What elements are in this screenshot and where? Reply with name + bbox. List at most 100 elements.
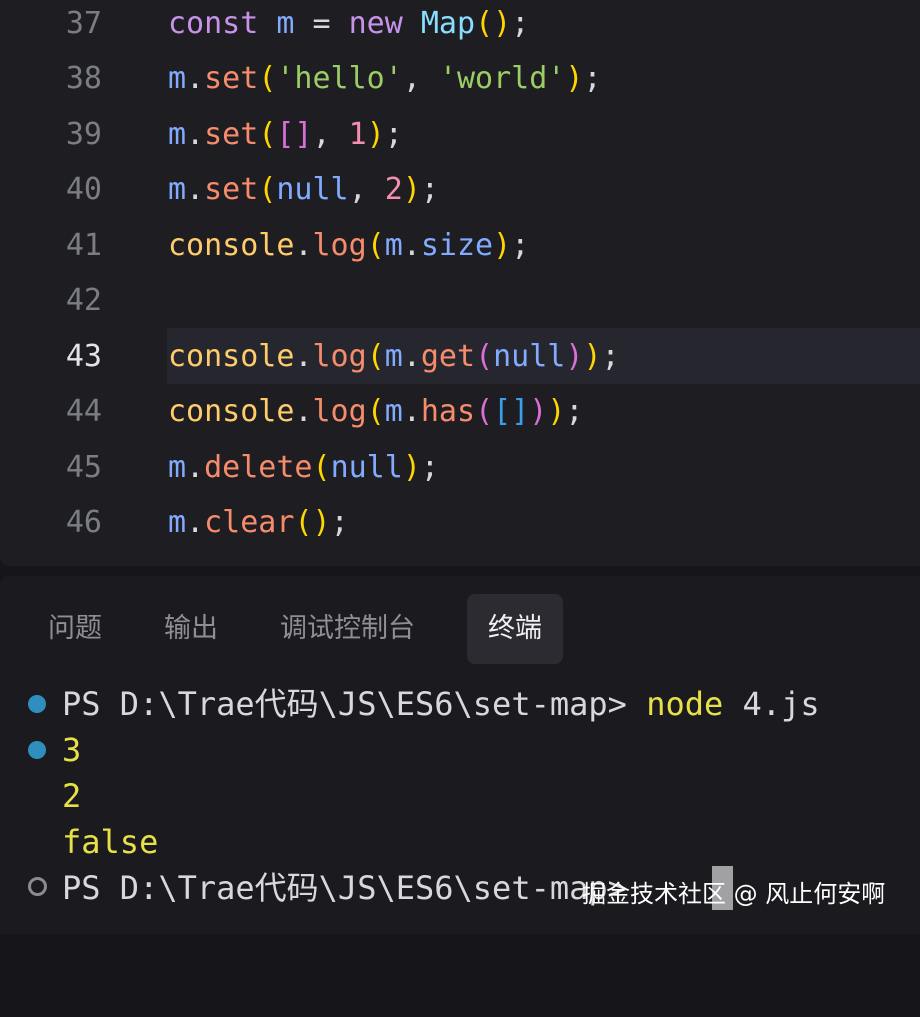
code-token: ) [402,449,421,485]
line-number[interactable]: 37 [40,6,102,41]
code-token: ( [258,61,277,96]
code-token: ( [312,449,331,485]
terminal-output-line: 2 [62,777,82,815]
code-token: m [168,449,187,485]
tab-output[interactable]: 输出 [164,594,218,664]
terminal-command: node [646,685,724,723]
code-token: 1 [348,116,367,152]
code-line[interactable]: 39 m.set([], 1); [0,106,920,162]
code-token: m [276,5,295,41]
code-token: . [402,227,421,263]
line-number[interactable]: 46 [40,505,102,540]
terminal-prompt: PS D:\Trae代码\JS\ES6\set-map> [62,869,647,907]
code-line[interactable]: 43 console.log(m.get(null)); [0,328,920,384]
code-token: ; [420,172,439,207]
line-number[interactable]: 42 [40,283,102,318]
code-text: m.clear(); [168,505,349,540]
code-token: ; [583,61,602,96]
code-token: ) [366,116,385,152]
line-number[interactable]: 45 [40,450,102,485]
code-token: . [402,394,421,429]
code-token: new [348,5,403,41]
code-line[interactable]: 45 m.delete(null); [0,439,920,495]
code-token: m [168,61,187,96]
code-token: ) [402,172,421,207]
code-token: m [168,505,187,540]
code-line[interactable]: 44 console.log(m.has([])); [0,384,920,440]
code-text: m.set('hello', 'world'); [168,61,602,96]
line-number[interactable]: 43 [40,339,102,374]
code-text: const m = new Map(); [168,6,529,41]
code-line[interactable]: 46 m.clear(); [0,495,920,551]
code-text: m.set([], 1); [168,117,403,152]
watermark: 掘金技术社区 @ 风止何安啊 [582,880,886,908]
tab-debug-console[interactable]: 调试控制台 [280,594,415,664]
code-token: = [294,5,349,41]
code-token: ( [366,227,385,263]
code-token: ; [420,449,439,485]
code-token: ) [547,394,566,429]
code-token: 2 [384,172,403,207]
code-token: get [420,338,476,374]
code-token: m [384,394,403,429]
code-token: log [312,227,367,263]
line-number[interactable]: 38 [40,61,102,96]
code-line[interactable]: 41 console.log(m.size); [0,217,920,273]
command-success-dot-icon[interactable] [28,695,46,713]
code-token: [] [276,116,313,152]
code-line[interactable]: 40 m.set(null, 2); [0,162,920,218]
code-line[interactable]: 38 m.set('hello', 'world'); [0,51,920,107]
code-token: ; [565,394,584,429]
code-token: . [186,505,205,540]
tab-terminal[interactable]: 终端 [467,594,563,664]
code-token: Map [420,5,476,41]
code-token: . [186,116,205,152]
code-token: console [168,338,295,374]
code-token: . [186,449,205,485]
code-token: ( [475,394,494,429]
terminal-prompt: PS D:\Trae代码\JS\ES6\set-map> [62,685,647,723]
code-text: console.log(m.get(null)); [168,339,620,374]
code-token: null [493,338,566,374]
code-token: m [168,116,187,152]
code-token: , [312,116,349,152]
code-token: m [384,227,403,263]
code-line[interactable]: 37 const m = new Map(); [0,0,920,51]
output-marker-dot-icon[interactable] [28,741,46,759]
code-token: ( [475,338,494,374]
line-number[interactable]: 39 [40,117,102,152]
code-token: ; [511,5,530,41]
code-token: , [348,172,385,207]
code-token: . [186,61,205,96]
code-token: const [168,5,259,41]
tab-problems[interactable]: 问题 [48,594,102,664]
code-token: ) [565,61,584,96]
code-token: console [168,227,295,263]
panel-tabs: 问题 输出 调试控制台 终端 [0,594,920,664]
code-token: () [294,505,331,540]
code-token: has [420,394,476,429]
code-token: ( [258,172,277,207]
code-token: . [294,338,313,374]
line-number[interactable]: 41 [40,228,102,263]
terminal-args: 4.js [723,685,820,723]
code-token: , [402,61,439,96]
code-token: set [204,61,259,96]
code-editor[interactable]: 37 const m = new Map(); 38 m.set('hello', '… [0,0,920,566]
code-token: log [312,394,367,429]
code-text: m.set(null, 2); [168,172,439,207]
code-token: 'hello' [276,61,403,96]
line-number[interactable]: 40 [40,172,102,207]
code-token: null [276,172,349,207]
code-token: ) [493,227,512,263]
code-token: . [402,338,421,374]
code-token: . [186,172,205,207]
code-token: console [168,394,295,429]
code-line[interactable]: 42 [0,273,920,329]
line-number[interactable]: 44 [40,394,102,429]
terminal-output-line: false [62,823,159,861]
code-token: ) [565,338,584,374]
code-token: size [420,227,494,263]
